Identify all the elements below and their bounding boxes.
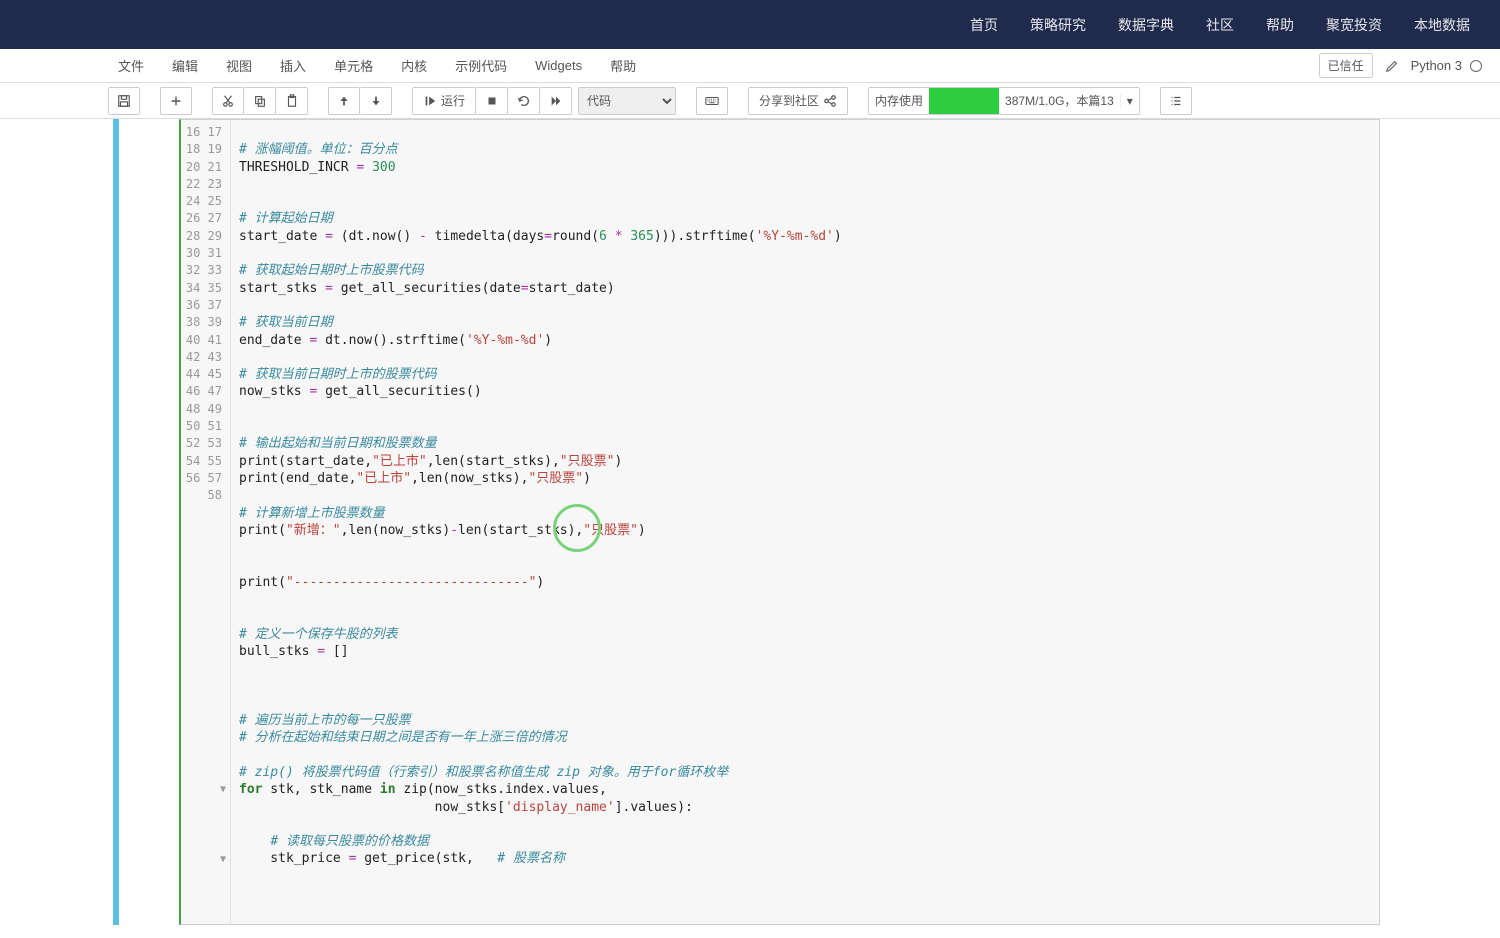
paste-button[interactable]: [276, 87, 308, 115]
chevron-down-icon: ▾: [1120, 94, 1139, 108]
copy-button[interactable]: [244, 87, 276, 115]
cell-type-select[interactable]: 代码: [578, 87, 676, 115]
list-button[interactable]: [1160, 87, 1192, 115]
run-button-label: 运行: [441, 92, 465, 109]
line-gutter: 16 17 18 19 20 21 22 23 24 25 26 27 28 2…: [181, 120, 231, 924]
notebook-area: 16 17 18 19 20 21 22 23 24 25 26 27 28 2…: [0, 119, 1500, 925]
menu-file[interactable]: 文件: [118, 56, 144, 75]
keyboard-button[interactable]: [696, 87, 728, 115]
pencil-icon[interactable]: [1383, 57, 1401, 75]
save-button[interactable]: [108, 87, 140, 115]
menu-help[interactable]: 帮助: [610, 56, 636, 75]
share-button-label: 分享到社区: [759, 92, 819, 109]
stop-button[interactable]: [476, 87, 508, 115]
nav-strategy[interactable]: 策略研究: [1030, 15, 1086, 35]
kernel-indicator[interactable]: Python 3: [1411, 58, 1482, 73]
menubar: 文件 编辑 视图 插入 单元格 内核 示例代码 Widgets 帮助 已信任 P…: [0, 49, 1500, 83]
restart-run-all-button[interactable]: [540, 87, 572, 115]
kernel-name: Python 3: [1411, 58, 1462, 73]
run-button[interactable]: 运行: [412, 87, 476, 115]
memory-bar: [929, 88, 999, 114]
top-navbar: 首页 策略研究 数据字典 社区 帮助 聚宽投资 本地数据: [0, 0, 1500, 49]
nav-invest[interactable]: 聚宽投资: [1326, 15, 1382, 35]
nav-datadict[interactable]: 数据字典: [1118, 15, 1174, 35]
trusted-badge[interactable]: 已信任: [1319, 53, 1373, 78]
share-button[interactable]: 分享到社区: [748, 87, 848, 115]
restart-button[interactable]: [508, 87, 540, 115]
memory-label: 内存使用: [869, 92, 929, 109]
menu-cell[interactable]: 单元格: [334, 56, 373, 75]
prompt-area: [119, 119, 179, 925]
move-up-button[interactable]: [328, 87, 360, 115]
menu-kernel[interactable]: 内核: [401, 56, 427, 75]
menu-view[interactable]: 视图: [226, 56, 252, 75]
nav-localdata[interactable]: 本地数据: [1414, 15, 1470, 35]
code-editor[interactable]: # 涨幅阈值。单位：百分点THRESHOLD_INCR = 300 # 计算起始…: [231, 120, 1379, 924]
code-cell[interactable]: 16 17 18 19 20 21 22 23 24 25 26 27 28 2…: [113, 119, 1380, 925]
cut-button[interactable]: [212, 87, 244, 115]
nav-home[interactable]: 首页: [970, 15, 998, 35]
move-down-button[interactable]: [360, 87, 392, 115]
add-cell-button[interactable]: [160, 87, 192, 115]
nav-community[interactable]: 社区: [1206, 15, 1234, 35]
menu-edit[interactable]: 编辑: [172, 56, 198, 75]
kernel-status-icon: [1470, 60, 1482, 72]
menu-insert[interactable]: 插入: [280, 56, 306, 75]
toolbar: 运行 代码 分享到社区 内存使用 387M/1.0G，本篇13 ▾: [0, 83, 1500, 119]
memory-text: 387M/1.0G，本篇13: [999, 92, 1120, 109]
nav-help[interactable]: 帮助: [1266, 15, 1294, 35]
memory-usage[interactable]: 内存使用 387M/1.0G，本篇13 ▾: [868, 87, 1140, 115]
menu-samplecode[interactable]: 示例代码: [455, 56, 507, 75]
menu-widgets[interactable]: Widgets: [535, 58, 582, 73]
